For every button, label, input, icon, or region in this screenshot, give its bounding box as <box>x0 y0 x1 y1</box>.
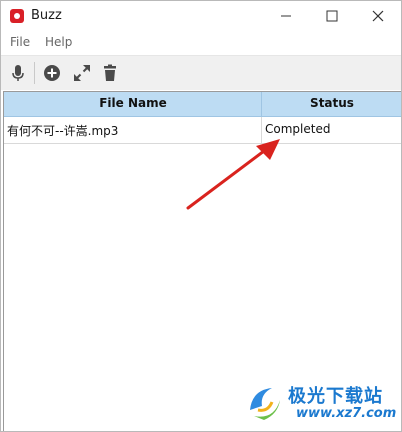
window-title: Buzz <box>31 8 62 23</box>
title-bar: Buzz <box>1 1 401 31</box>
menu-help[interactable]: Help <box>45 35 72 49</box>
file-name-cell: 有何不可--许嵩.mp3 <box>7 124 119 138</box>
annotation-arrow-icon <box>186 139 280 210</box>
app-logo-icon <box>10 9 24 23</box>
expand-icon <box>74 65 90 81</box>
menu-bar: File Help <box>1 32 401 54</box>
delete-button[interactable] <box>99 62 121 84</box>
buzz-window: Buzz File Help File Name Status 有何不可--许嵩… <box>0 0 402 432</box>
toolbar-separator <box>34 62 35 84</box>
record-button[interactable] <box>7 62 29 84</box>
close-button[interactable] <box>355 1 401 31</box>
microphone-icon <box>12 65 24 81</box>
maximize-button[interactable] <box>309 1 355 31</box>
column-header-status[interactable]: Status <box>262 96 401 110</box>
add-file-button[interactable] <box>41 62 63 84</box>
watermark-text: 极光下载站 <box>288 386 383 407</box>
menu-file[interactable]: File <box>10 35 30 49</box>
open-transcript-button[interactable] <box>71 62 93 84</box>
minimize-button[interactable] <box>263 1 309 31</box>
trash-icon <box>104 64 116 81</box>
table-header: File Name Status <box>4 92 401 117</box>
maximize-icon <box>326 10 338 22</box>
add-circle-icon <box>44 65 60 81</box>
watermark: 极光下载站 www.xz7.com <box>244 380 397 426</box>
close-icon <box>372 10 384 22</box>
watermark-logo-icon <box>250 388 280 420</box>
column-header-file-name[interactable]: File Name <box>4 96 262 110</box>
minimize-icon <box>281 15 291 17</box>
toolbar <box>1 55 401 90</box>
watermark-url: www.xz7.com <box>296 406 397 421</box>
